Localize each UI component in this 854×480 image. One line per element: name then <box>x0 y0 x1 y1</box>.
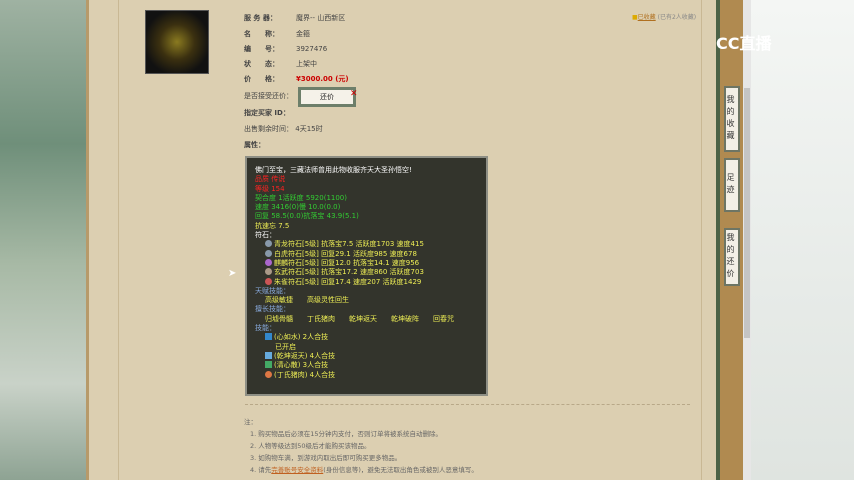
favorited-link[interactable]: 已收藏 <box>638 14 656 21</box>
skill-icon <box>265 351 272 359</box>
favorite-area: ■已收藏 (已有2人收藏) <box>632 14 697 21</box>
footprint-button[interactable]: 足迹 <box>724 158 740 212</box>
price-label: 价 格： <box>244 75 279 83</box>
skill-item: (心如水) 2人合技 <box>274 333 329 342</box>
bargain-button[interactable]: 还价 <box>298 87 356 107</box>
attr-resist: 抗速忘 7.5 <box>255 221 290 230</box>
status-value: 上架中 <box>296 60 317 68</box>
notes-title: 注： <box>244 418 257 426</box>
rune-label: 符石： <box>255 231 276 240</box>
cc-live-logo: CC直播 <box>716 34 772 53</box>
rune-item: 白虎符石[5级] 回复29.1 活跃度985 速度678 <box>255 249 478 259</box>
skill-icon <box>265 333 272 341</box>
price-value: ¥3000.00 (元) <box>296 75 349 83</box>
favorite-count: (已有2人收藏) <box>657 14 697 21</box>
mouse-cursor: ➤ <box>228 268 237 279</box>
skill-item: (乾坤返天) 4人合技 <box>274 351 336 360</box>
bargain-label: 是否接受还价： <box>244 92 293 100</box>
name-label: 名 称： <box>244 30 279 38</box>
skill-label: 技能： <box>255 324 276 333</box>
time-value: 4天15时 <box>295 125 323 133</box>
skill-icon <box>265 370 272 378</box>
special-label: 擅长技能： <box>255 305 290 314</box>
talent-label: 天赋技能： <box>255 286 290 295</box>
attr-red: 品质 传说 <box>255 175 286 184</box>
note-item: 3. 如购物车满，到游戏内取出后即可购买更多物品。 <box>250 454 402 462</box>
id-label: 编 号： <box>244 45 279 53</box>
id-value: 3927476 <box>296 45 328 53</box>
bargain-close-icon[interactable]: ✕ <box>350 89 358 99</box>
item-description: 佛门至宝，三藏法师曾用此物收服齐天大圣孙悟空! <box>255 166 412 174</box>
notes: 注： 1. 购买物品后必须在15分钟内支付，否则订单将被系统自动删除。 2. 人… <box>244 416 478 476</box>
note-item: 1. 购买物品后必须在15分钟内支付，否则订单将被系统自动删除。 <box>250 430 443 438</box>
note-item: 2. 人物等级达到50级后才能购买该物品。 <box>250 442 371 450</box>
attr-green: 回复 58.5(0.0)抗落宝 43.9(5.1) <box>255 212 359 221</box>
item-image <box>145 10 209 74</box>
rune-icon <box>265 240 272 248</box>
background-right <box>750 0 854 480</box>
security-info-link[interactable]: 完善账号安全资料 <box>271 466 323 474</box>
attr-label: 属性： <box>244 141 265 149</box>
skill-status: 已开启 <box>275 342 296 351</box>
rune-item: 朱雀符石[5级] 回复17.4 速度207 活跃度1429 <box>255 277 478 287</box>
special-list: 归墟骨髓 丁氏猪肉 乾坤返天 乾坤破阵 回春咒 <box>265 314 454 323</box>
name-value: 金箍 <box>296 30 310 38</box>
rune-item: 玄武符石[5级] 抗落宝17.2 速度860 活跃度703 <box>255 268 478 277</box>
skill-item: (清心散) 3人合技 <box>274 361 329 370</box>
scrollbar-thumb[interactable] <box>744 88 750 338</box>
rune-item: 麒麟符石[5级] 回复12.0 抗落宝14.1 速度956 <box>255 258 478 268</box>
background-painting-left <box>0 0 86 480</box>
divider <box>245 404 690 405</box>
skill-icon <box>265 361 272 369</box>
time-label: 出售剩余时间： <box>244 125 293 133</box>
rune-icon <box>265 249 272 257</box>
rune-item: 青龙符石[5级] 抗落宝7.5 活跃度1703 速度415 <box>255 240 478 249</box>
my-bargains-button[interactable]: 我的还价 <box>724 228 740 286</box>
rune-icon <box>265 268 272 276</box>
attr-red: 等级 154 <box>255 184 285 193</box>
status-label: 状 态： <box>244 60 279 68</box>
server-label: 服 务 器： <box>244 14 277 22</box>
attr-green: 契合度 1活跃度 5920(1100) <box>255 193 347 202</box>
skill-item: (丁氏猪肉) 4人合技 <box>274 370 336 379</box>
note-item: 4. 请先完善账号安全资料(身份信息等)，避免无法取出角色或被别人恶意填写。 <box>250 466 478 474</box>
rune-icon <box>265 258 272 266</box>
my-favorites-button[interactable]: 我的收藏 <box>724 86 740 152</box>
server-value: 魔界-- 山西新区 <box>296 14 346 22</box>
buyer-id-label: 指定买家 ID： <box>244 109 290 117</box>
rune-icon <box>265 277 272 285</box>
attributes-panel: 佛门至宝，三藏法师曾用此物收服齐天大圣孙悟空! 品质 传说 等级 154 契合度… <box>245 156 488 396</box>
